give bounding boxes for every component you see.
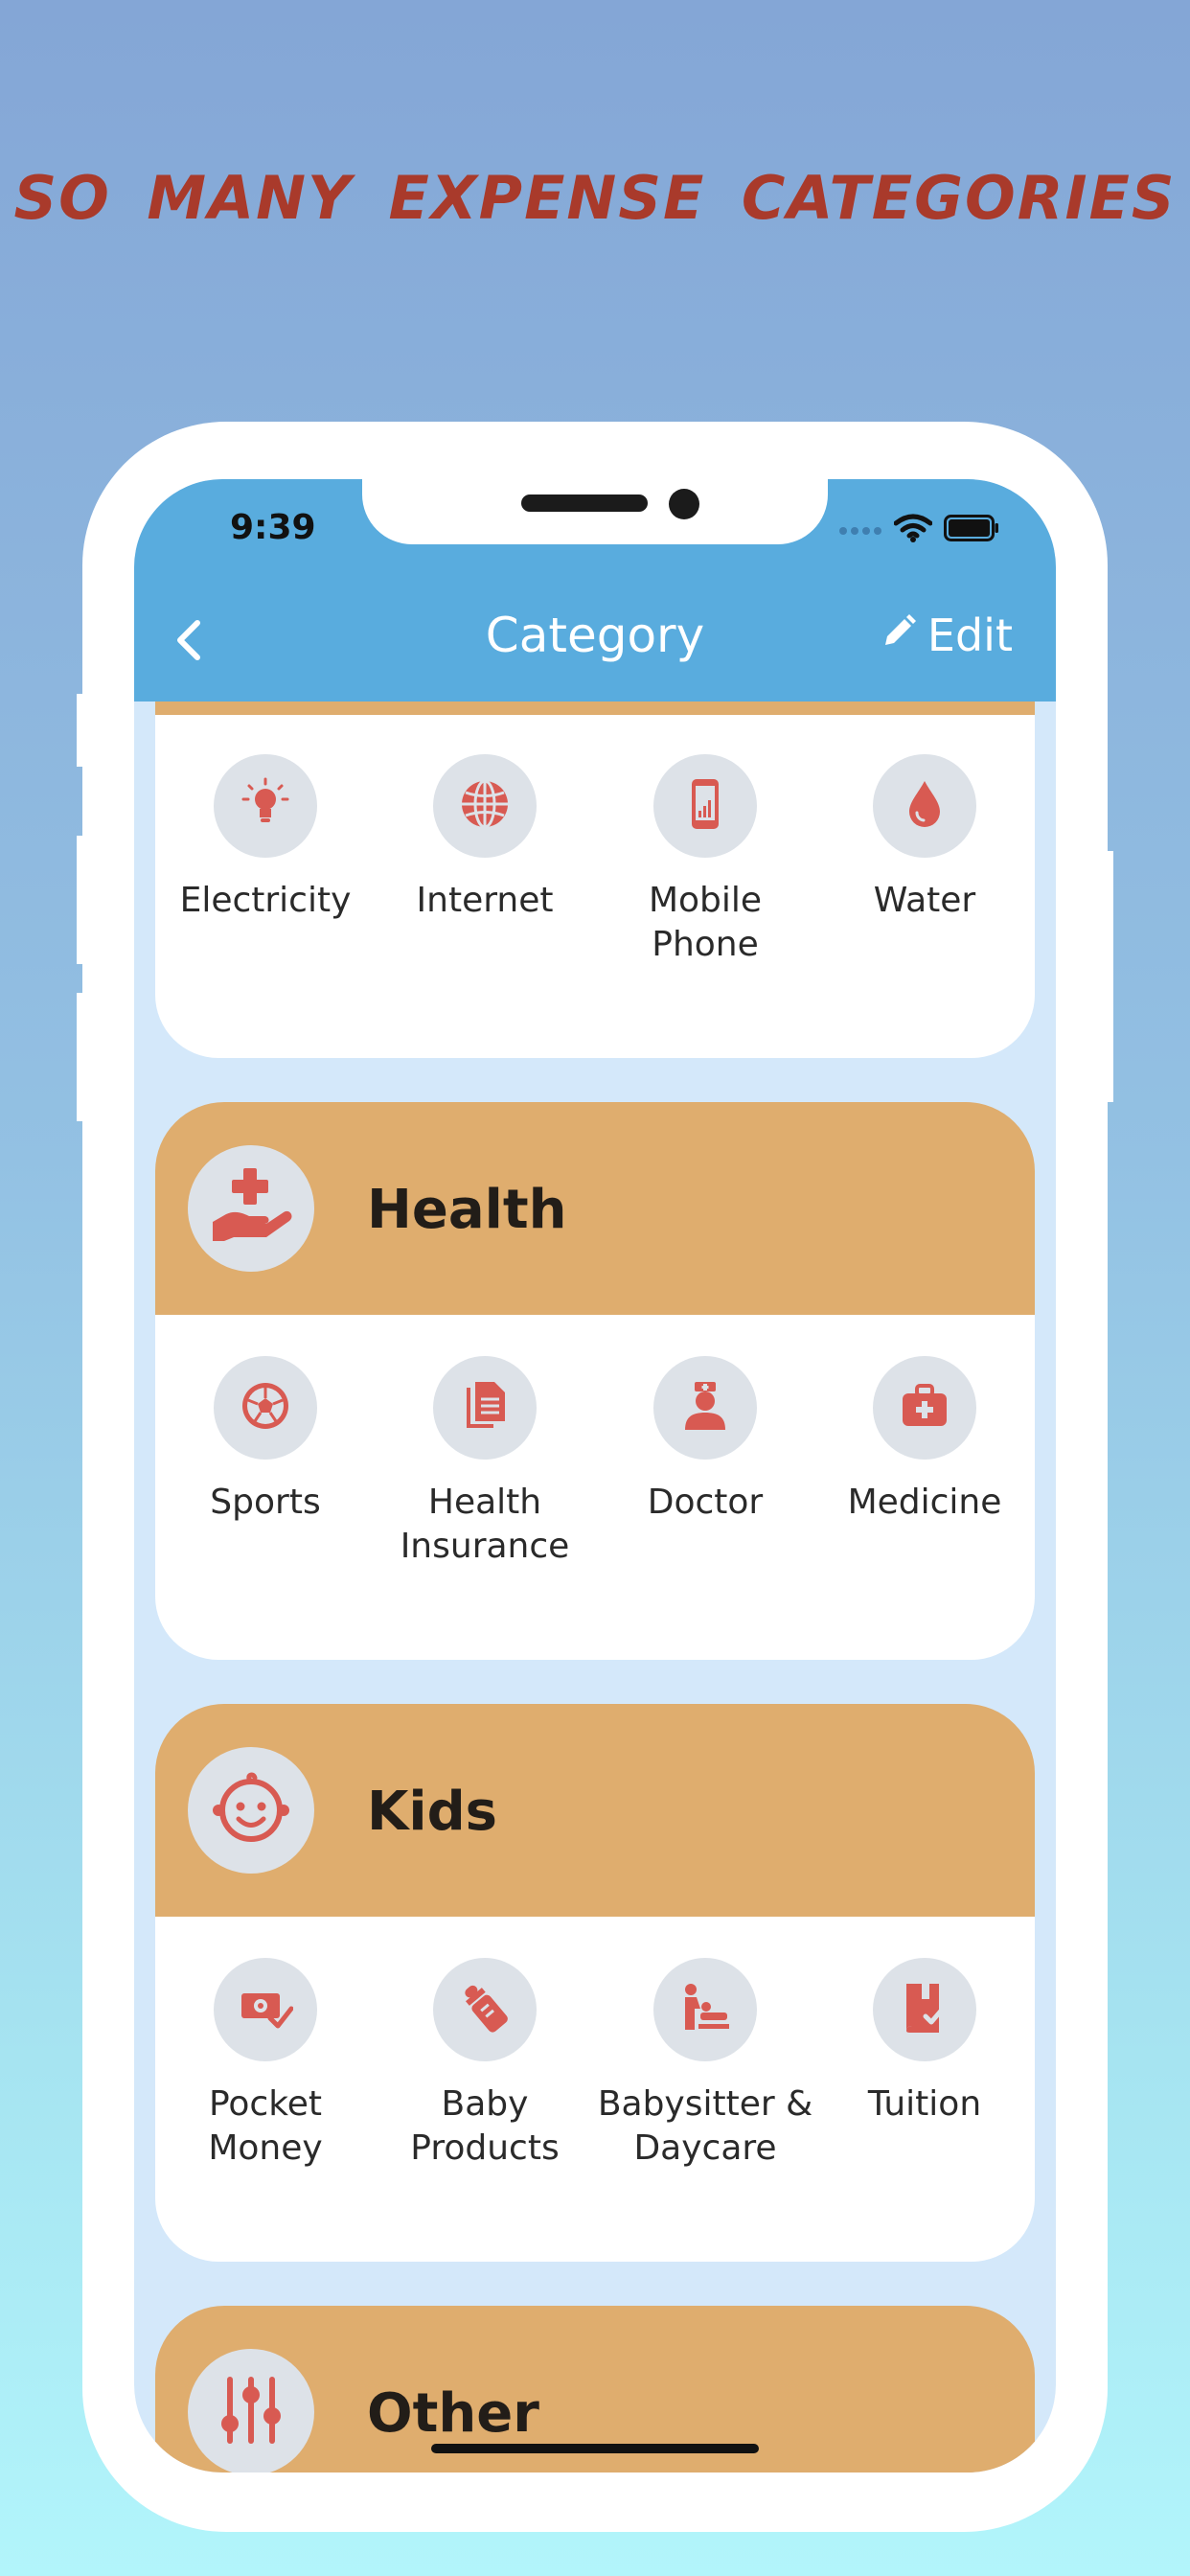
headline: SO MANY EXPENSE CATEGORIES xyxy=(13,163,1177,233)
lightbulb-icon xyxy=(238,776,293,836)
category-item-pocket-money[interactable]: Pocket Money xyxy=(155,1958,376,2171)
category-label: Medicine xyxy=(847,1483,1002,1522)
phone-screen: 9:39 Category Edit Electricity Internet … xyxy=(134,479,1056,2472)
edit-button[interactable]: Edit xyxy=(880,610,1013,661)
speaker xyxy=(521,494,648,512)
category-group-utilities-body: Electricity Internet Mobile Phone Water xyxy=(155,702,1035,1058)
category-label: Babysitter & Daycare xyxy=(597,2084,813,2168)
book-check-icon xyxy=(897,1980,952,2039)
first-aid-kit-icon xyxy=(897,1378,952,1438)
signal-icon xyxy=(838,521,882,540)
front-camera xyxy=(669,489,699,519)
documents-icon xyxy=(457,1378,513,1438)
sliders-icon xyxy=(207,2366,295,2458)
category-group-health-body: Sports Health Insurance Doctor Medicine xyxy=(155,1315,1035,1660)
category-label: Doctor xyxy=(647,1483,764,1522)
category-item-baby-products[interactable]: Baby Products xyxy=(375,1958,595,2171)
group-title: Kids xyxy=(367,1781,498,1843)
mobile-phone-icon xyxy=(677,776,733,836)
category-group-health-header[interactable]: Health xyxy=(155,1102,1035,1315)
category-label: Water xyxy=(873,881,976,920)
category-label: Electricity xyxy=(179,881,352,920)
water-drop-icon xyxy=(897,776,952,836)
group-header-edge xyxy=(155,702,1035,715)
category-group-kids-header[interactable]: Kids xyxy=(155,1704,1035,1917)
category-label: Internet xyxy=(416,881,554,920)
category-label: Mobile Phone xyxy=(648,881,763,964)
category-item-water[interactable]: Water xyxy=(814,754,1035,923)
hand-medical-icon xyxy=(207,1162,295,1254)
soccer-ball-icon xyxy=(238,1378,293,1438)
baby-changing-icon xyxy=(677,1980,733,2039)
category-item-mobile-phone[interactable]: Mobile Phone xyxy=(595,754,815,967)
category-item-health-insurance[interactable]: Health Insurance xyxy=(375,1356,595,1569)
home-indicator[interactable] xyxy=(431,2444,759,2453)
pencil-icon xyxy=(880,610,918,661)
category-item-doctor[interactable]: Doctor xyxy=(595,1356,815,1525)
category-label: Health Insurance xyxy=(400,1483,570,1566)
status-icons xyxy=(838,514,999,546)
category-item-babysitter-daycare[interactable]: Babysitter & Daycare xyxy=(595,1958,815,2171)
category-label: Sports xyxy=(210,1483,321,1522)
doctor-icon xyxy=(677,1378,733,1438)
category-group-kids-body: Pocket Money Baby Products Babysitter & … xyxy=(155,1917,1035,2262)
category-label: Pocket Money xyxy=(208,2084,323,2168)
globe-icon xyxy=(457,776,513,836)
group-title: Health xyxy=(367,1179,567,1241)
baby-face-icon xyxy=(207,1764,295,1856)
edit-label: Edit xyxy=(927,610,1013,661)
category-item-medicine[interactable]: Medicine xyxy=(814,1356,1035,1525)
category-label: Tuition xyxy=(867,2084,982,2124)
status-time: 9:39 xyxy=(230,508,316,547)
money-check-icon xyxy=(238,1980,294,2039)
category-item-electricity[interactable]: Electricity xyxy=(155,754,376,923)
category-label: Baby Products xyxy=(410,2084,560,2168)
category-item-sports[interactable]: Sports xyxy=(155,1356,376,1525)
wifi-icon xyxy=(893,514,933,546)
baby-bottle-icon xyxy=(457,1980,513,2039)
category-item-tuition[interactable]: Tuition xyxy=(814,1958,1035,2127)
notch xyxy=(362,479,828,544)
group-title: Other xyxy=(367,2382,539,2445)
battery-icon xyxy=(944,515,999,545)
category-item-internet[interactable]: Internet xyxy=(375,754,595,923)
